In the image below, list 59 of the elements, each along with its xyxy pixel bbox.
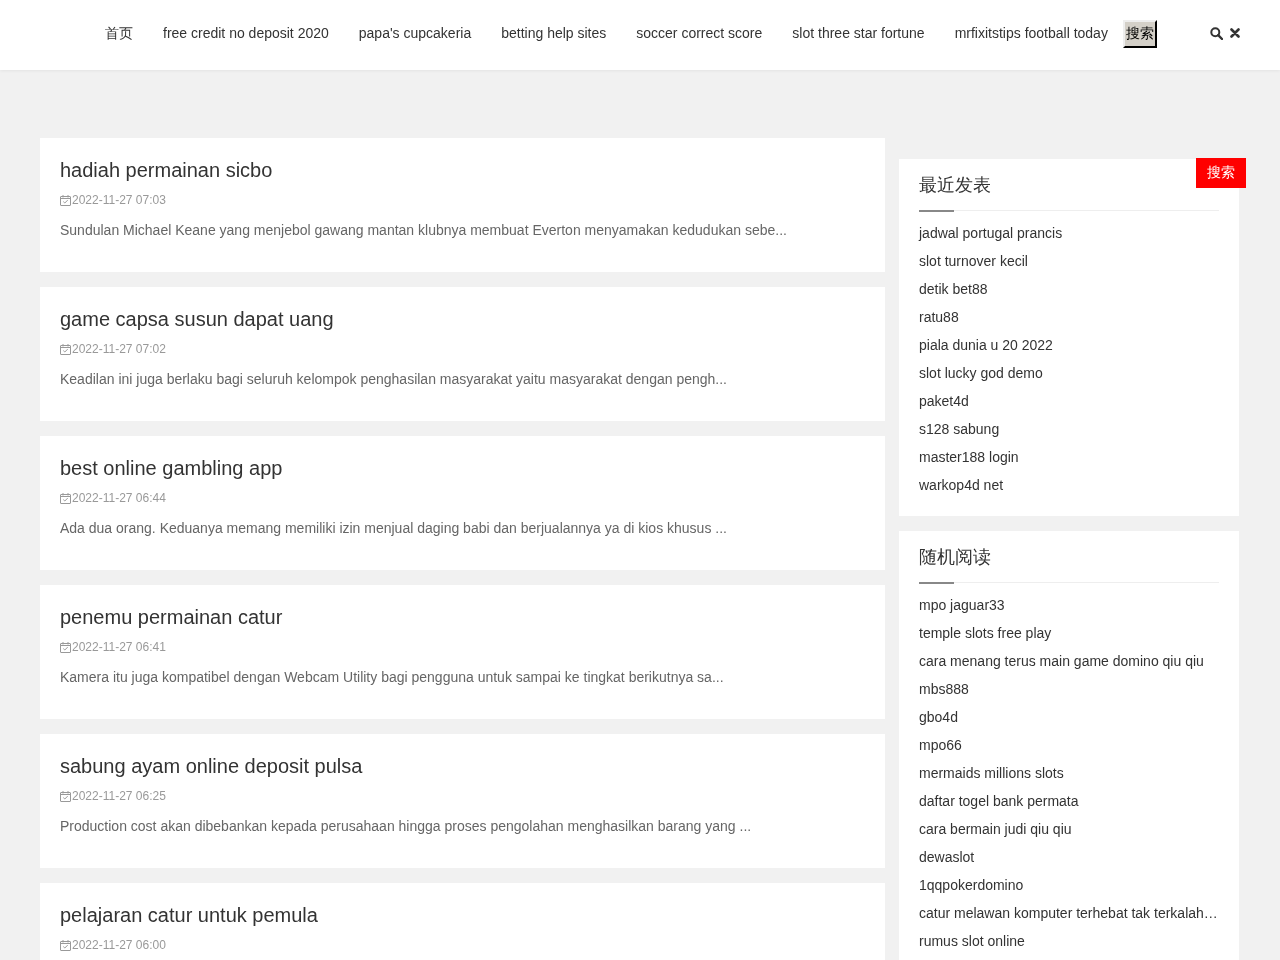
sidebar-link[interactable]: dewaslot xyxy=(919,847,975,867)
post-title[interactable]: pelajaran catur untuk pemula xyxy=(60,903,318,927)
post-title[interactable]: hadiah permainan sicbo xyxy=(60,158,273,182)
search-button[interactable]: 搜索 xyxy=(1196,158,1246,188)
sidebar-link[interactable]: cara bermain judi qiu qiu xyxy=(919,819,1072,839)
post-excerpt: Sundulan Michael Keane yang menjebol gawang mantan klubnya membuat Everton menyamakan kedudukan sebe... xyxy=(60,221,788,240)
post-title[interactable]: sabung ayam online deposit pulsa xyxy=(60,754,363,778)
close-icon[interactable] xyxy=(1230,28,1240,38)
sidebar-link[interactable]: catur melawan komputer terhebat tak terkalah… xyxy=(919,903,1218,923)
post-date: 2022-11-27 07:02 xyxy=(72,341,166,357)
sidebar-link[interactable]: mbs888 xyxy=(919,679,969,699)
post-date: 2022-11-27 06:44 xyxy=(72,490,166,506)
sidebar-link[interactable]: daftar togel bank permata xyxy=(919,791,1079,811)
post-excerpt: Ada dua orang. Keduanya memang memiliki izin menjual daging babi dan berjualannya ya di kios khusus ... xyxy=(60,519,728,538)
nav-link[interactable]: slot three star fortune xyxy=(777,23,940,43)
sidebar-link[interactable]: 1qqpokerdomino xyxy=(919,875,1024,895)
sidebar-link[interactable]: gbo4d xyxy=(919,707,958,727)
search-button[interactable]: 搜索 xyxy=(1122,20,1157,48)
post-date: 2022-11-27 06:41 xyxy=(72,639,166,655)
sidebar-link[interactable]: slot turnover kecil xyxy=(919,251,1028,271)
sidebar-link[interactable]: paket4d xyxy=(919,391,969,411)
sidebar-link[interactable]: master188 login xyxy=(919,447,1019,467)
post-date: 2022-11-27 06:25 xyxy=(72,788,166,804)
sidebar-link[interactable]: piala dunia u 20 2022 xyxy=(919,335,1053,355)
sidebar-link[interactable]: jadwal portugal prancis xyxy=(919,223,1063,243)
sidebar-link[interactable]: slot lucky god demo xyxy=(919,363,1043,383)
post-date: 2022-11-27 06:00 xyxy=(72,937,166,953)
sidebar-link[interactable]: s128 sabung xyxy=(919,419,1000,439)
nav-link[interactable]: 首页 xyxy=(90,23,148,43)
sidebar-link[interactable]: rumus slot online xyxy=(919,931,1025,951)
calendar-check-icon xyxy=(60,194,71,206)
sidebar-link[interactable]: ratu88 xyxy=(919,307,959,327)
nav-link[interactable]: papa's cupcakeria xyxy=(343,23,487,43)
sidebar-link[interactable]: mpo66 xyxy=(919,735,962,755)
nav-link[interactable]: soccer correct score xyxy=(621,23,778,43)
calendar-check-icon xyxy=(60,790,71,802)
search-icon[interactable] xyxy=(1210,26,1223,40)
nav-link[interactable]: betting help sites xyxy=(486,23,622,43)
post-title[interactable]: penemu permainan catur xyxy=(60,605,283,629)
sidebar-link[interactable]: mermaids millions slots xyxy=(919,763,1064,783)
widget-title: 最近发表 xyxy=(919,174,991,196)
nav-link[interactable]: mrfixitstips football today xyxy=(939,23,1123,43)
post-excerpt: Keadilan ini juga berlaku bagi seluruh kelompok penghasilan masyarakat yaitu masyarakat dengan pengh... xyxy=(60,370,728,389)
calendar-check-icon xyxy=(60,641,71,653)
sidebar-link[interactable]: temple slots free play xyxy=(919,623,1052,643)
post-date: 2022-11-27 07:03 xyxy=(72,192,166,208)
post-title[interactable]: game capsa susun dapat uang xyxy=(60,307,334,331)
calendar-check-icon xyxy=(60,343,71,355)
calendar-check-icon xyxy=(60,939,71,951)
sidebar-link[interactable]: detik bet88 xyxy=(919,279,988,299)
widget-title: 随机阅读 xyxy=(919,546,991,568)
sidebar-link[interactable]: cara menang terus main game domino qiu qiu xyxy=(919,651,1204,671)
post-excerpt: Production cost akan dibebankan kepada perusahaan hingga proses pengolahan menghasilkan barang yang ... xyxy=(60,817,753,836)
sidebar-link[interactable]: warkop4d net xyxy=(919,475,1004,495)
calendar-check-icon xyxy=(60,492,71,504)
sidebar-link[interactable]: mpo jaguar33 xyxy=(919,595,1005,615)
post-title[interactable]: best online gambling app xyxy=(60,456,283,480)
post-excerpt: Kamera itu juga kompatibel dengan Webcam Utility bagi pengguna untuk sampai ke tingkat berikutnya sa... xyxy=(60,668,725,687)
nav-link[interactable]: free credit no deposit 2020 xyxy=(148,23,344,43)
